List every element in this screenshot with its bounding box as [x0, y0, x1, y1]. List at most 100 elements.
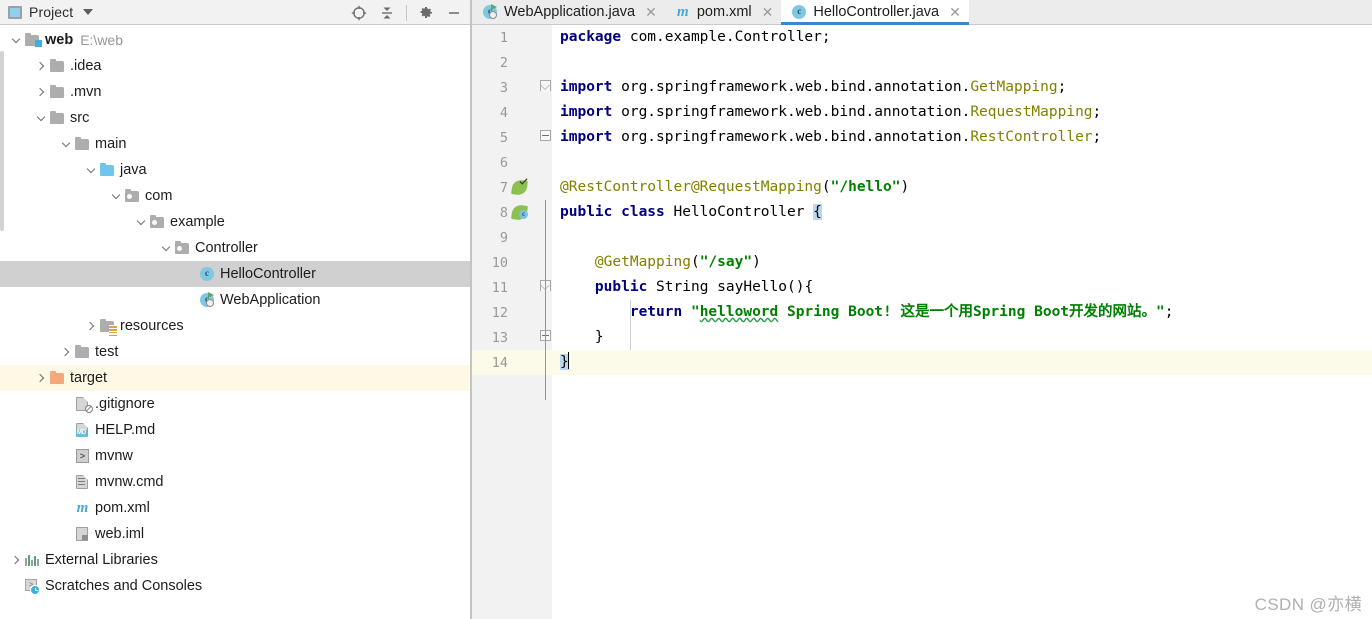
code-line-8[interactable]: public class HelloController {: [552, 200, 1372, 225]
gutter-line-8[interactable]: 8c: [472, 200, 539, 225]
tree-item-mvnw-cmd[interactable]: mvnw.cmd: [0, 469, 470, 495]
tree-item-web-iml[interactable]: web.iml: [0, 521, 470, 547]
spring-bean-icon[interactable]: [511, 178, 529, 196]
tree-item-pom-xml[interactable]: m pom.xml: [0, 495, 470, 521]
chevron-down-icon[interactable]: [108, 188, 124, 204]
editor-tab-hellocontroller-java[interactable]: c HelloController.java ✕: [781, 0, 970, 25]
chevron-right-icon[interactable]: [33, 84, 49, 100]
tree-item-gitignore[interactable]: .gitignore: [0, 391, 470, 417]
chevron-down-icon[interactable]: [158, 240, 174, 256]
gutter-line-2[interactable]: 2: [472, 50, 539, 75]
tree-item-example[interactable]: example: [0, 209, 470, 235]
gutter-line-7[interactable]: 7: [472, 175, 539, 200]
editor-tab-pom-xml[interactable]: m pom.xml ✕: [664, 0, 782, 24]
code-line-4[interactable]: import org.springframework.web.bind.anno…: [552, 100, 1372, 125]
tree-item-java[interactable]: java: [0, 157, 470, 183]
collapse-all-icon[interactable]: [375, 2, 399, 24]
gutter-line-5[interactable]: 5: [472, 125, 539, 150]
code-line-5[interactable]: import org.springframework.web.bind.anno…: [552, 125, 1372, 150]
editor-tab-webapplication-java[interactable]: c WebApplication.java ✕: [472, 0, 665, 24]
gutter-line-11[interactable]: 11: [472, 275, 539, 300]
chevron-right-icon[interactable]: [33, 370, 49, 386]
chevron-down-icon[interactable]: [133, 214, 149, 230]
fold-marker-line-5[interactable]: [539, 125, 552, 150]
gutter-line-4[interactable]: 4: [472, 100, 539, 125]
fold-end-icon[interactable]: [540, 130, 551, 141]
tree-item-scratches-and-consoles[interactable]: > Scratches and Consoles: [0, 573, 470, 599]
tree-item-com[interactable]: com: [0, 183, 470, 209]
tree-item-webapplication[interactable]: cWebApplication: [0, 287, 470, 313]
code-line-6[interactable]: [552, 150, 1372, 175]
code-line-3[interactable]: import org.springframework.web.bind.anno…: [552, 75, 1372, 100]
gutter-line-3[interactable]: 3: [472, 75, 539, 100]
chevron-right-icon[interactable]: [8, 552, 24, 568]
chevron-down-icon[interactable]: [58, 136, 74, 152]
gutter-line-12[interactable]: 12: [472, 300, 539, 325]
code-folding-column[interactable]: [539, 25, 552, 619]
close-icon[interactable]: ✕: [762, 5, 774, 19]
tree-item-controller[interactable]: Controller: [0, 235, 470, 261]
code-line-10[interactable]: @GetMapping("/say"): [552, 250, 1372, 275]
gutter-line-9[interactable]: 9: [472, 225, 539, 250]
tree-item-label: resources: [120, 318, 184, 334]
line-number: 11: [491, 279, 508, 296]
code-line-2[interactable]: [552, 50, 1372, 75]
source-folder-icon: [99, 162, 116, 178]
code-line-1[interactable]: package com.example.Controller;: [552, 25, 1372, 50]
fold-marker-line-3[interactable]: [539, 75, 552, 100]
tree-item-idea[interactable]: .idea: [0, 53, 470, 79]
editor-gutter[interactable]: 1 2 3 4 5 6 7 8 c 9 10 11 12 13 14: [472, 25, 539, 619]
chevron-right-icon[interactable]: [58, 344, 74, 360]
chevron-right-icon[interactable]: [83, 318, 99, 334]
tree-item-hellocontroller[interactable]: c HelloController: [0, 261, 470, 287]
tree-item-src[interactable]: src: [0, 105, 470, 131]
tree-item-main[interactable]: main: [0, 131, 470, 157]
project-icon: [8, 5, 22, 19]
code-line-13[interactable]: }: [552, 325, 1372, 350]
tree-item-external-libraries[interactable]: External Libraries: [0, 547, 470, 573]
settings-gear-icon[interactable]: [414, 2, 438, 24]
project-tree-scrollbar[interactable]: [0, 51, 4, 231]
hide-panel-icon[interactable]: [442, 2, 466, 24]
code-line-9[interactable]: [552, 225, 1372, 250]
tree-item-resources[interactable]: resources: [0, 313, 470, 339]
gutter-line-10[interactable]: 10: [472, 250, 539, 275]
gutter-line-13[interactable]: 13: [472, 325, 539, 350]
tree-item-test[interactable]: test: [0, 339, 470, 365]
code-line-14[interactable]: }: [552, 350, 1372, 375]
spring-class-icon[interactable]: c: [511, 204, 529, 221]
chevron-down-icon[interactable]: [8, 32, 24, 48]
tree-item-web[interactable]: web E:\web: [0, 27, 470, 53]
code-line-7[interactable]: @RestController@RequestMapping("/hello"): [552, 175, 1372, 200]
close-icon[interactable]: ✕: [949, 5, 961, 19]
code-line-12[interactable]: return "helloword Spring Boot! 这是一个用Spri…: [552, 300, 1372, 325]
close-icon[interactable]: ✕: [645, 5, 657, 19]
tree-item-label: web.iml: [95, 526, 145, 542]
tree-item-help-md[interactable]: MD HELP.md: [0, 417, 470, 443]
chevron-right-icon[interactable]: [33, 58, 49, 74]
tree-item-label: Scratches and Consoles: [45, 578, 203, 594]
editor-tab-bar: c WebApplication.java ✕ m pom.xml ✕ c HelloCont…: [472, 0, 1372, 25]
gutter-line-1[interactable]: 1: [472, 25, 539, 50]
code-editor[interactable]: package com.example.Controller; import o…: [552, 25, 1372, 619]
project-panel-title-group[interactable]: Project: [8, 4, 94, 20]
chevron-down-icon[interactable]: [33, 110, 49, 126]
code-line-11[interactable]: public String sayHello(){: [552, 275, 1372, 300]
libraries-icon: [24, 552, 41, 568]
gutter-line-6[interactable]: 6: [472, 150, 539, 175]
gutter-line-14[interactable]: 14: [472, 350, 539, 375]
locate-icon[interactable]: [347, 2, 371, 24]
tree-item-mvnw[interactable]: > mvnw: [0, 443, 470, 469]
chevron-down-icon[interactable]: [83, 162, 99, 178]
project-tree[interactable]: web E:\web .idea .mvn src main java com example C…: [0, 25, 470, 619]
tree-item-target[interactable]: target: [0, 365, 470, 391]
chevron-down-icon[interactable]: [83, 9, 94, 15]
editor-body: 1 2 3 4 5 6 7 8 c 9 10 11 12 13 14 package com.example…: [472, 25, 1372, 619]
module-folder-icon: [24, 32, 42, 48]
tree-item-mvn[interactable]: .mvn: [0, 79, 470, 105]
